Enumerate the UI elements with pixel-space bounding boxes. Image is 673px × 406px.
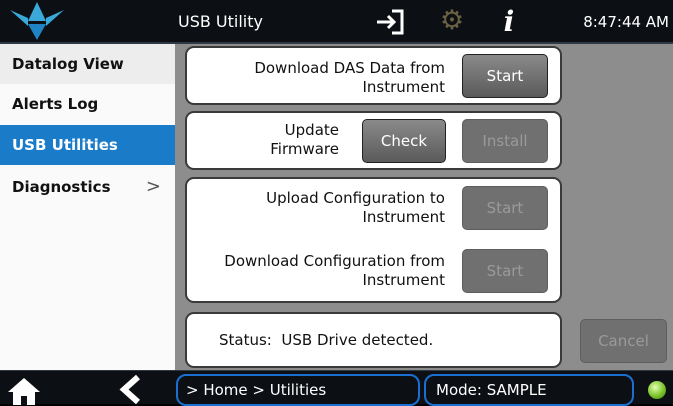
gear-icon[interactable]: ⚙	[438, 7, 466, 35]
sidebar-item-usb-utilities[interactable]: USB Utilities	[0, 125, 175, 165]
upload-config-start-button[interactable]: Start	[462, 186, 548, 230]
download-das-label: Download DAS Data from Instrument	[254, 59, 445, 96]
logo-icon	[10, 2, 64, 40]
check-button[interactable]: Check	[362, 119, 446, 163]
bottom-bar: > Home > Utilities Mode: SAMPLE	[0, 370, 673, 406]
sidebar-item-alerts-log[interactable]: Alerts Log	[0, 84, 175, 124]
home-icon[interactable]	[6, 376, 42, 405]
back-icon[interactable]	[116, 374, 146, 405]
info-icon[interactable]: i	[496, 4, 522, 40]
install-button[interactable]: Install	[462, 119, 548, 163]
sidebar-item-label: Alerts Log	[12, 95, 99, 113]
download-das-card: Download DAS Data from Instrument Start	[185, 46, 562, 105]
sidebar-item-label: Diagnostics	[12, 178, 111, 196]
cancel-button[interactable]: Cancel	[580, 319, 667, 363]
sidebar-item-label: Datalog View	[12, 55, 124, 73]
sidebar-item-datalog-view[interactable]: Datalog View	[0, 44, 175, 84]
main-panel: Download DAS Data from Instrument Start …	[175, 44, 673, 370]
chevron-right-icon: >	[145, 176, 161, 197]
sidebar-item-label: USB Utilities	[12, 136, 118, 154]
firmware-label: Update Firmware	[270, 121, 339, 158]
upload-config-label: Upload Configuration to Instrument	[266, 189, 445, 226]
login-icon[interactable]	[374, 7, 406, 37]
status-text: Status: USB Drive detected.	[219, 331, 434, 349]
download-config-label: Download Configuration from Instrument	[224, 252, 445, 289]
status-led-icon	[648, 381, 666, 399]
download-config-start-button[interactable]: Start	[462, 249, 548, 293]
clock: 8:47:44 AM	[583, 13, 669, 31]
status-card: Status: USB Drive detected.	[185, 312, 562, 368]
download-das-start-button[interactable]: Start	[462, 54, 548, 98]
top-bar: USB Utility ⚙ i 8:47:44 AM	[0, 0, 673, 44]
configuration-card: Upload Configuration to Instrument Start…	[185, 177, 562, 303]
sidebar: Datalog View Alerts Log USB Utilities Di…	[0, 44, 175, 370]
mode-indicator[interactable]: Mode: SAMPLE	[424, 374, 634, 406]
firmware-card: Update Firmware Check Install	[185, 111, 562, 170]
page-title: USB Utility	[178, 12, 263, 31]
sidebar-item-diagnostics[interactable]: Diagnostics >	[0, 167, 175, 207]
breadcrumb[interactable]: > Home > Utilities	[176, 374, 420, 406]
